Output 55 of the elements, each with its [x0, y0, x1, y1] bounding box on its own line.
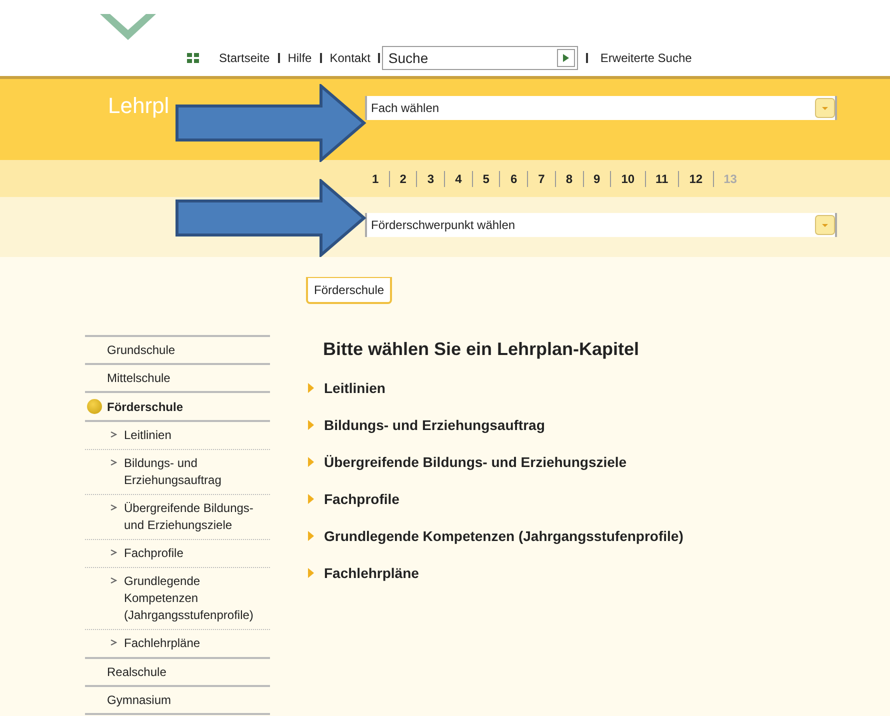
grid-icon[interactable] [187, 53, 199, 63]
chevron-icon [110, 431, 117, 438]
grade-link[interactable]: 2 [388, 170, 416, 186]
sidebar-subitem[interactable]: Grundlegende Kompetenzen (Jahrgangsstufenprofile) [85, 568, 270, 630]
chapter-link[interactable]: Übergreifende Bildungs- und Erziehungsziele [308, 454, 890, 470]
sidebar-item[interactable]: Grundschule [85, 337, 270, 365]
sidebar-subitem[interactable]: Fachprofile [85, 540, 270, 568]
chapter-link[interactable]: Bildungs- und Erziehungsauftrag [308, 417, 890, 433]
grade-link[interactable]: 4 [444, 170, 472, 186]
triangle-bullet-icon [308, 383, 314, 393]
sidebar-item[interactable]: Realschule [85, 659, 270, 687]
nav-link[interactable]: Kontakt [322, 53, 380, 63]
grade-link[interactable]: 7 [527, 170, 555, 186]
sidebar-subitem[interactable]: Fachlehrpläne [85, 630, 270, 657]
chapter-link[interactable]: Fachlehrpläne [308, 565, 890, 581]
triangle-bullet-icon [308, 568, 314, 578]
grade-link[interactable]: 6 [499, 170, 528, 186]
play-icon [563, 54, 570, 62]
grade-link[interactable]: 8 [554, 170, 582, 186]
focus-select[interactable]: Förderschwerpunkt wählen [365, 213, 837, 237]
sidebar-subitem[interactable]: Übergreifende Bildungs- und Erziehungsziele [85, 495, 270, 540]
grade-link[interactable]: 3 [416, 170, 444, 186]
sidebar-item[interactable]: Mittelschule [85, 365, 270, 393]
nav-link[interactable]: Hilfe [280, 53, 322, 63]
chevron-icon [110, 504, 117, 511]
bullet-dot-icon [87, 399, 102, 414]
grade-link[interactable]: 1 [366, 170, 389, 186]
chevron-logo-icon [100, 14, 156, 40]
chevron-icon [110, 549, 117, 556]
search-submit-button[interactable] [557, 49, 576, 67]
school-tab[interactable]: Förderschule [306, 277, 392, 304]
triangle-bullet-icon [308, 457, 314, 467]
triangle-bullet-icon [308, 531, 314, 541]
grade-link[interactable]: 9 [582, 170, 610, 186]
sidebar-subitem[interactable]: Leitlinien [85, 422, 270, 450]
triangle-bullet-icon [308, 494, 314, 504]
subject-select[interactable]: Fach wählen [365, 96, 837, 120]
advanced-search-link[interactable]: Erweiterte Suche [586, 53, 700, 63]
chevron-icon [110, 577, 117, 584]
sidebar-item[interactable]: Förderschule [85, 393, 270, 422]
chapter-link[interactable]: Leitlinien [308, 380, 890, 396]
grade-link[interactable]: 12 [678, 170, 713, 186]
grade-link[interactable]: 10 [610, 170, 645, 186]
chapter-link[interactable]: Fachprofile [308, 491, 890, 507]
chapter-link[interactable]: Grundlegende Kompetenzen (Jahrgangsstufenprofile) [308, 528, 890, 544]
grade-link[interactable]: 5 [472, 170, 500, 186]
sidebar-subitem[interactable]: Bildungs- und Erziehungsauftrag [85, 450, 270, 495]
page-heading: Bitte wählen Sie ein Lehrplan-Kapitel [323, 339, 640, 360]
nav-link[interactable]: Startseite [211, 53, 280, 63]
grade-link[interactable]: 11 [644, 170, 678, 186]
chevron-icon [110, 639, 117, 646]
chevron-icon [110, 459, 117, 466]
search-field[interactable]: Suche [382, 46, 578, 70]
sidebar-item[interactable]: Gymnasium [85, 687, 270, 715]
triangle-bullet-icon [308, 420, 314, 430]
